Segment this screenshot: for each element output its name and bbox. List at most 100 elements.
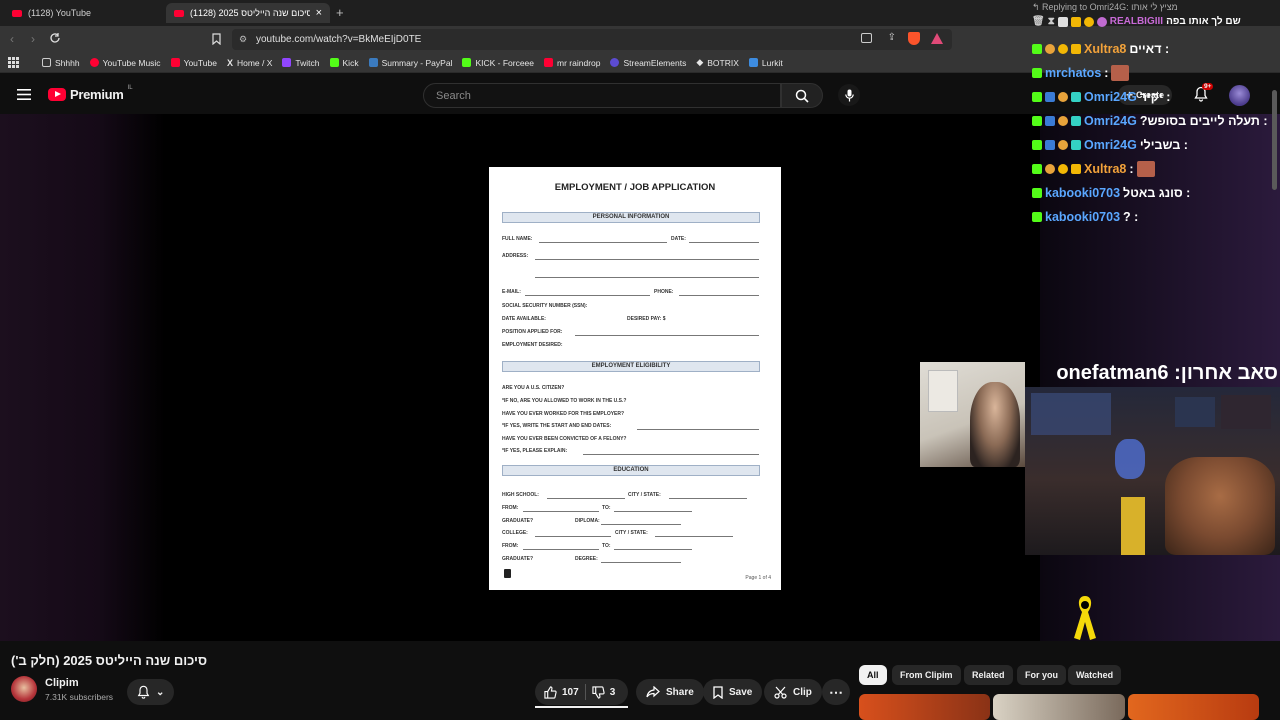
related-video-thumbnail[interactable]	[859, 694, 990, 720]
chat-username: Omri24G	[1084, 114, 1137, 128]
dislike-button[interactable]: 3	[592, 685, 615, 699]
site-info-icon[interactable]: ⚙	[239, 34, 247, 45]
form-label: E-MAIL:	[502, 289, 521, 295]
like-button[interactable]: 107	[544, 685, 579, 699]
apps-grid-icon[interactable]	[8, 57, 19, 68]
reload-button[interactable]	[49, 32, 61, 44]
form-line	[547, 498, 625, 499]
kick-badge-icon	[1032, 44, 1042, 54]
more-actions-button[interactable]: ⋯	[822, 679, 850, 705]
chat-message: kabooki0703 : ?	[1032, 207, 1138, 227]
bookmark-item[interactable]: KICK - Forceee	[462, 58, 534, 68]
search-input[interactable]: Search	[423, 83, 781, 108]
save-button[interactable]: Save	[703, 679, 763, 705]
chat-message: Omri24G : תעלה לייבים בסופש?	[1032, 111, 1268, 131]
section-header: EMPLOYMENT ELIGIBILITY	[502, 361, 760, 372]
kick-icon	[329, 58, 339, 67]
bell-icon	[137, 685, 150, 699]
bookmark-item[interactable]: Lurkit	[748, 58, 783, 68]
bookmark-item[interactable]: X Home / X	[227, 58, 272, 68]
browser-tab[interactable]: (1128) YouTube	[4, 3, 164, 23]
gift-badge-icon	[1058, 164, 1068, 174]
chip-watched[interactable]: Watched	[1068, 665, 1122, 685]
form-label: *IF NO, ARE YOU ALLOWED TO WORK IN THE U…	[502, 398, 627, 404]
chip-related[interactable]: Related	[964, 665, 1013, 685]
search-icon	[795, 89, 809, 103]
bookmark-item[interactable]: Kick	[329, 58, 359, 68]
form-line	[539, 242, 667, 243]
bookmark-item[interactable]: StreamElements	[610, 58, 686, 68]
youtube-icon	[174, 9, 184, 17]
chat-text: : דאיים	[1129, 42, 1170, 56]
chip-for-you[interactable]: For you	[1017, 665, 1066, 685]
chip-all[interactable]: All	[859, 665, 887, 685]
form-line	[535, 259, 759, 260]
bookmark-item[interactable]: YouTube	[170, 58, 217, 68]
brave-shield-icon[interactable]	[908, 32, 920, 45]
wall-poster	[1175, 397, 1215, 427]
clip-button[interactable]: Clip	[764, 679, 822, 705]
youtube-play-icon	[48, 88, 66, 101]
shield-icon	[1057, 16, 1068, 27]
page-scrollbar[interactable]	[1272, 90, 1277, 190]
bookmark-item[interactable]: Twitch	[282, 58, 320, 68]
subscribe-notifications-button[interactable]: ⌄	[127, 679, 175, 705]
related-video-thumbnail[interactable]	[993, 694, 1125, 720]
form-label: HAVE YOU EVER WORKED FOR THIS EMPLOYER?	[502, 411, 625, 417]
youtube-icon	[170, 58, 180, 67]
forward-button[interactable]: ›	[31, 32, 35, 46]
like-dislike-group: 107 3	[535, 679, 628, 705]
menu-button[interactable]	[17, 89, 31, 100]
new-tab-button[interactable]: +	[336, 5, 344, 20]
gift-badge-icon	[1058, 44, 1068, 54]
back-button[interactable]: ‹	[10, 32, 14, 46]
youtube-logo[interactable]: Premium IL	[48, 85, 133, 102]
address-bar[interactable]: ⚙ youtube.com/watch?v=BkMeEIjD0TE ⇪	[232, 29, 952, 50]
brave-rewards-icon[interactable]	[931, 33, 943, 44]
form-line	[525, 295, 650, 296]
channel-avatar[interactable]	[11, 676, 37, 702]
bookmark-item[interactable]: Shhhh	[42, 58, 80, 68]
youtube-icon	[12, 9, 22, 17]
paypal-icon	[368, 58, 378, 67]
form-label: COLLEGE:	[502, 530, 528, 536]
chat-username: kabooki0703	[1045, 210, 1121, 224]
section-header: EDUCATION	[502, 465, 760, 476]
form-label: DATE:	[671, 236, 686, 242]
channel-name[interactable]: Clipim	[45, 677, 79, 689]
kick-badge-icon	[1032, 188, 1042, 198]
divider	[584, 684, 586, 700]
search-button[interactable]	[781, 83, 823, 108]
webcam-large	[1025, 387, 1280, 555]
bookmark-item[interactable]: mr raindrop	[544, 58, 600, 68]
form-label: CITY / STATE:	[628, 492, 661, 498]
chat-message: Xultra8 : דאיים	[1032, 39, 1169, 59]
bookmark-item[interactable]: ◆ BOTRIX	[696, 57, 739, 68]
share-button[interactable]: Share	[636, 679, 704, 705]
close-tab-icon[interactable]: ×	[316, 7, 322, 19]
chat-text: שם לך אותו בפה	[1166, 16, 1241, 27]
vip-badge-icon	[1045, 92, 1055, 102]
related-video-thumbnail[interactable]	[1128, 694, 1259, 720]
chat-username: REALBIGIII	[1109, 16, 1164, 27]
chip-from-channel[interactable]: From Clipim	[892, 665, 961, 685]
form-line	[655, 536, 733, 537]
microphone-icon	[844, 89, 854, 101]
cast-icon[interactable]	[861, 33, 872, 43]
share-page-icon[interactable]: ⇪	[888, 32, 896, 43]
browser-tab-active[interactable]: (1128) סיכום שנה הייליטס 2025 ×	[166, 3, 330, 23]
bookmark-page-button[interactable]	[212, 33, 221, 45]
form-line	[535, 536, 611, 537]
form-label: CITY / STATE:	[615, 530, 648, 536]
crown-badge-icon	[1071, 164, 1081, 174]
bookmark-item[interactable]: YouTube Music	[89, 58, 161, 68]
bookmark-item[interactable]: Summary - PayPal	[368, 58, 452, 68]
chat-message: Xultra8 :	[1032, 159, 1155, 179]
chat-text: : סונג באטל	[1123, 186, 1191, 200]
form-label: ADDRESS:	[502, 253, 529, 259]
voice-search-button[interactable]	[838, 84, 860, 106]
folder-icon	[42, 58, 51, 67]
form-label: HAVE YOU EVER BEEN CONVICTED OF A FELONY…	[502, 436, 627, 442]
chat-username: Xultra8	[1084, 162, 1127, 176]
window-shade	[928, 370, 958, 412]
